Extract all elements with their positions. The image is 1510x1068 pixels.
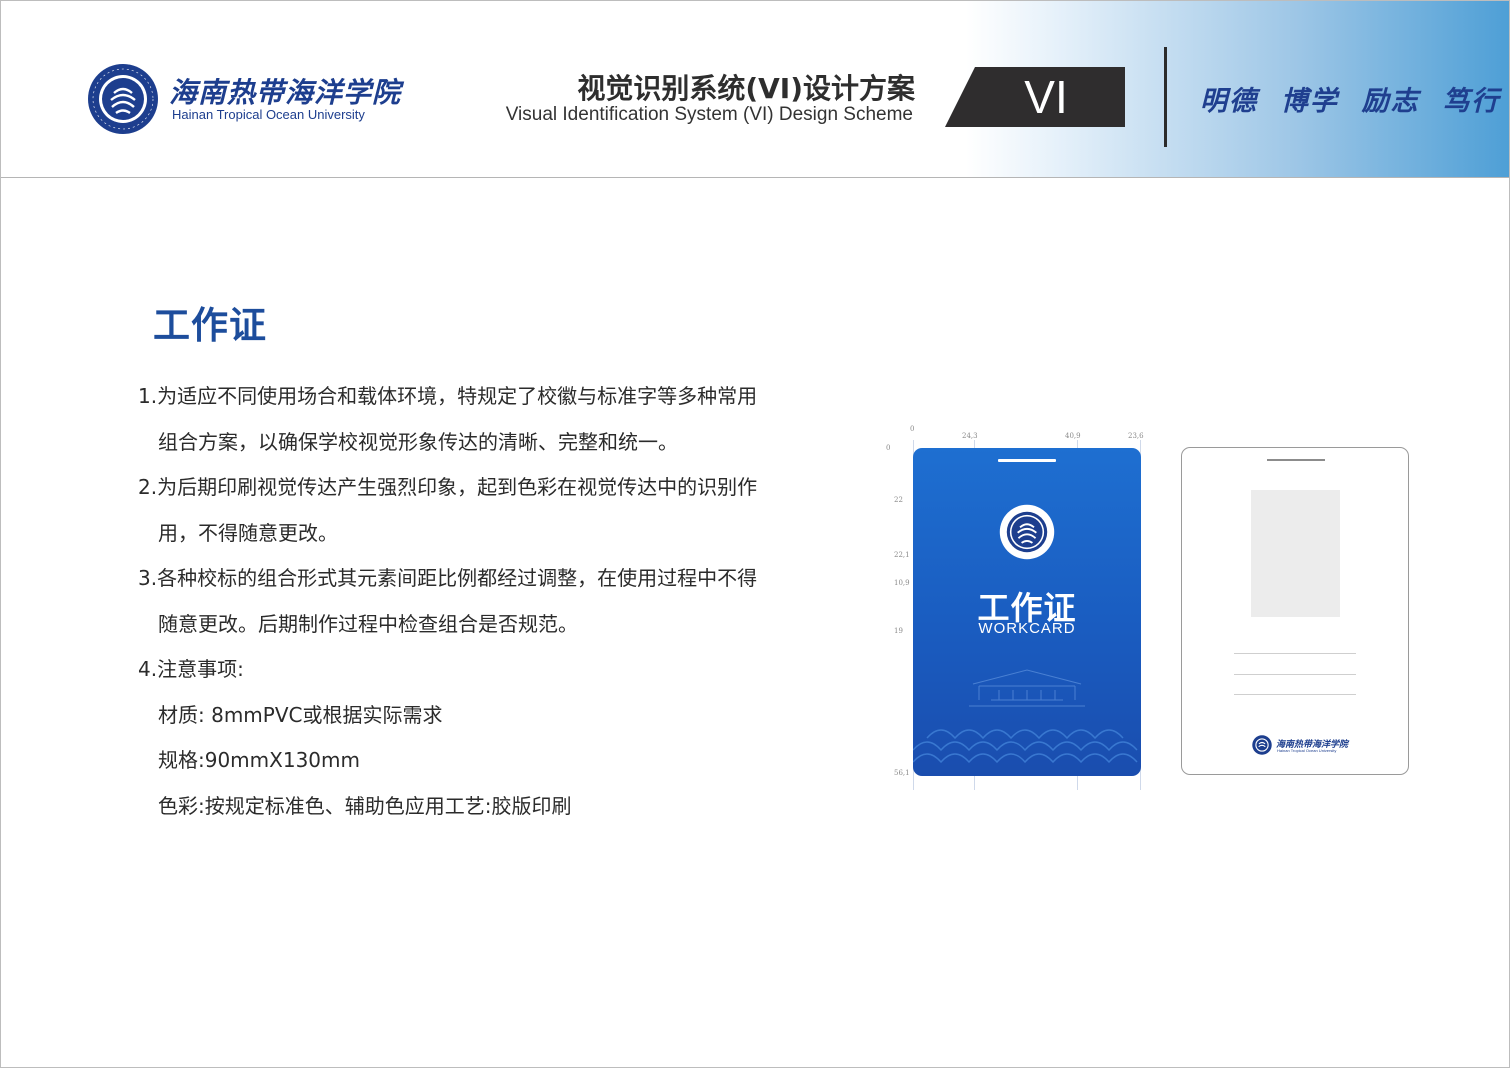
- workcard-front: 工作证 WORKCARD: [913, 448, 1141, 776]
- dimension-label: 22,1: [894, 551, 910, 559]
- info-line: [1234, 694, 1356, 695]
- text-line: 3.各种校标的组合形式其元素间距比例都经过调整，在使用过程中不得: [138, 566, 758, 590]
- info-line: [1234, 674, 1356, 675]
- text-line: 规格:90mmX130mm: [158, 748, 360, 772]
- text-line: 1.为适应不同使用场合和载体环境，特规定了校徽与标准字等多种常用: [138, 384, 758, 408]
- text-line: 材质: 8mmPVC或根据实际需求: [158, 702, 443, 727]
- info-line: [1234, 653, 1356, 654]
- card-emblem-icon: [999, 504, 1055, 560]
- dimension-label: 10,9: [894, 579, 910, 587]
- photo-placeholder: [1251, 490, 1340, 617]
- dimension-label: 0: [886, 444, 891, 452]
- text-line: 色彩:按规定标准色、辅助色应用工艺:胶版印刷: [158, 793, 572, 818]
- text-line: 组合方案，以确保学校视觉形象传达的清晰、完整和统一。: [158, 429, 678, 454]
- workcard-back: 海南热带海洋学院 Hainan Tropical Ocean Universit…: [1181, 447, 1409, 775]
- university-emblem-icon: [87, 63, 159, 139]
- text-line: 2.为后期印刷视觉传达产生强烈印象，起到色彩在视觉传达中的识别作: [138, 475, 758, 499]
- university-name-en: Hainan Tropical Ocean University: [172, 107, 365, 122]
- scheme-title-en: Visual Identification System (VI) Design…: [505, 104, 913, 125]
- text-line: 4.注意事项:: [138, 657, 244, 681]
- university-name-cn: 海南热带海洋学院: [169, 76, 402, 109]
- back-university-name-en: Hainan Tropical Ocean University: [1277, 748, 1337, 753]
- dimension-label: 19: [894, 627, 903, 635]
- vi-badge: VI: [945, 67, 1125, 127]
- card-campus-wave-pattern: [913, 669, 1138, 764]
- scheme-title-cn: 视觉识别系统(VI)设计方案: [577, 72, 915, 105]
- university-motto: 明德 博学 励志 笃行: [1200, 86, 1501, 117]
- card-title-en: WORKCARD: [978, 620, 1076, 637]
- dimension-label: 23,6: [1128, 432, 1144, 440]
- dimension-label: 22: [894, 496, 903, 504]
- description-text: 1.为适应不同使用场合和载体环境，特规定了校徽与标准字等多种常用 组合方案，以确…: [138, 378, 838, 833]
- dimension-label: 0: [910, 425, 915, 433]
- text-line: 随意更改。后期制作过程中检查组合是否规范。: [158, 611, 578, 636]
- section-title: 工作证: [153, 304, 267, 347]
- dimension-label: 24,3: [962, 432, 978, 440]
- lanyard-slot: [1267, 459, 1325, 461]
- header: 海南热带海洋学院 Hainan Tropical Ocean Universit…: [1, 1, 1509, 178]
- lanyard-slot: [998, 459, 1056, 462]
- text-line: 用，不得随意更改。: [158, 520, 338, 545]
- dimension-label: 56,1: [894, 769, 910, 777]
- dimension-label: 40,9: [1065, 432, 1081, 440]
- header-divider: [1164, 47, 1167, 147]
- back-emblem-icon: [1252, 735, 1272, 755]
